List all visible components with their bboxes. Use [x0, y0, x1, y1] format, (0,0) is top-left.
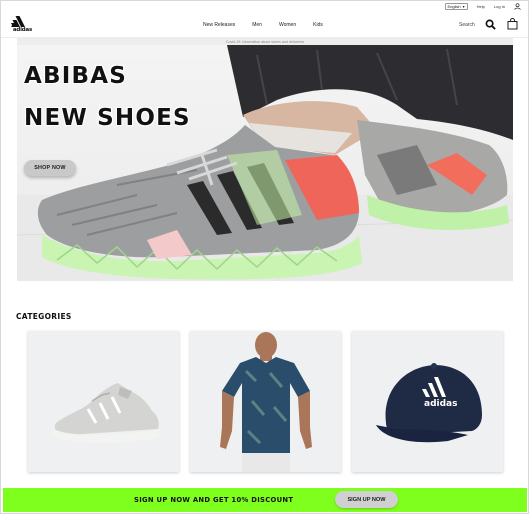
- hero-title-line1: ABIBAS: [24, 63, 127, 89]
- login-link[interactable]: Log In: [494, 4, 505, 9]
- hero-banner: ABIBAS NEW SHOES SHOP NOW: [17, 45, 513, 281]
- adidas-stripes-icon: [11, 16, 25, 27]
- brand-logo[interactable]: adidas: [10, 15, 35, 34]
- nav-item-women[interactable]: Women: [279, 22, 296, 28]
- category-card-clothing[interactable]: [190, 331, 341, 472]
- cap-logo-text: adidas: [424, 399, 457, 409]
- chevron-down-icon: ▾: [462, 3, 465, 9]
- nav-item-men[interactable]: Men: [252, 22, 262, 28]
- help-link[interactable]: Help: [477, 4, 485, 9]
- category-card-accessories[interactable]: adidas: [352, 331, 503, 472]
- category-card-shoes[interactable]: [28, 331, 179, 472]
- nav-menu: New Releases Men Women Kids: [203, 22, 323, 28]
- nav-item-kids[interactable]: Kids: [313, 22, 323, 28]
- hero-title-line2: NEW SHOES: [24, 105, 191, 131]
- tshirt-icon: [220, 332, 312, 472]
- categories-heading: CATEGORIES: [16, 312, 72, 321]
- search-input[interactable]: Search: [459, 22, 481, 28]
- logo-text: adidas: [12, 27, 33, 33]
- user-icon[interactable]: [514, 2, 521, 10]
- signup-message: SIGN UP NOW AND GET 10% DISCOUNT: [134, 496, 294, 504]
- language-select-value: English: [447, 3, 461, 9]
- utility-bar: English ▾ Help Log In: [1, 1, 528, 11]
- shopping-bag-icon: [507, 18, 518, 30]
- signup-banner: SIGN UP NOW AND GET 10% DISCOUNT SIGN UP…: [3, 488, 527, 512]
- shop-now-button[interactable]: SHOP NOW: [24, 160, 76, 176]
- promo-text: Covid-19: Information about stores and d…: [225, 39, 305, 44]
- nav-item-new-releases[interactable]: New Releases: [203, 22, 235, 28]
- main-nav: adidas New Releases Men Women Kids Searc…: [1, 11, 528, 38]
- search-box[interactable]: Search: [459, 19, 496, 30]
- search-icon[interactable]: [485, 19, 496, 30]
- cart-button[interactable]: [507, 18, 518, 30]
- signup-button[interactable]: SIGN UP NOW: [335, 491, 398, 508]
- running-shoe-icon: [52, 383, 160, 443]
- language-select[interactable]: English ▾: [444, 2, 468, 10]
- cap-icon: adidas: [376, 363, 482, 443]
- page: English ▾ Help Log In adidas New Release…: [0, 0, 529, 514]
- promo-strip[interactable]: Covid-19: Information about stores and d…: [17, 38, 513, 45]
